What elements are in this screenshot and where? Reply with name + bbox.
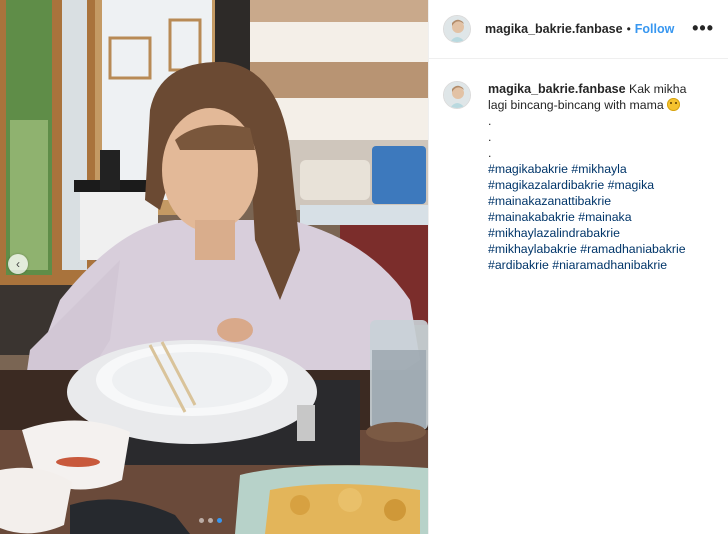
hashtag-line[interactable]: #magikabakrie #mikhayla [488,161,718,177]
carousel-dot [199,518,204,523]
follow-button[interactable]: Follow [635,22,675,36]
hashtag-line[interactable]: #mainakabakrie #mainaka [488,209,718,225]
separator-dot: • [626,22,631,36]
post-author-username[interactable]: magika_bakrie.fanbase [485,22,623,36]
carousel-dot [208,518,213,523]
caption-username[interactable]: magika_bakrie.fanbase [488,82,626,96]
caption-text-line2: lagi bincang-bincang with mama [488,98,664,112]
avatar-image [444,16,470,42]
caption-first-line: magika_bakrie.fanbase Kak mikha [488,81,718,97]
post-sidebar: magika_bakrie.fanbase • Follow ••• magik… [428,0,728,534]
smiling-face-emoji-icon [666,98,680,111]
caption-avatar[interactable] [443,81,471,109]
hashtag-line[interactable]: #magikazalardibakrie #magika [488,177,718,193]
hashtag-line[interactable]: #ardibakrie #niaramadhanibakrie [488,257,718,273]
avatar-image [444,82,470,108]
carousel-indicator [199,518,222,523]
caption-dot-line: . [488,146,492,160]
hashtag-line[interactable]: #mikhaylazalindrabakrie [488,225,718,241]
hashtag-line[interactable]: #mainakazanattibakrie [488,193,718,209]
caption-second-line: lagi bincang-bincang with mama [488,97,718,113]
post-header: magika_bakrie.fanbase • Follow ••• [429,0,728,59]
caption-dot-line: . [488,130,492,144]
caption-dot-line: . [488,114,492,128]
caption-text-line1: Kak mikha [629,82,687,96]
chevron-left-icon: ‹ [16,257,20,271]
caption-text: magika_bakrie.fanbase Kak mikha lagi bin… [488,81,718,273]
carousel-prev-button[interactable]: ‹ [8,254,28,274]
post-media-video[interactable]: ‹ [0,0,428,534]
hashtag-line[interactable]: #mikhaylabakrie #ramadhaniabakrie [488,241,718,257]
more-options-icon[interactable]: ••• [692,19,714,37]
avatar[interactable] [443,15,471,43]
video-frame [0,0,428,534]
carousel-dot-active [217,518,222,523]
